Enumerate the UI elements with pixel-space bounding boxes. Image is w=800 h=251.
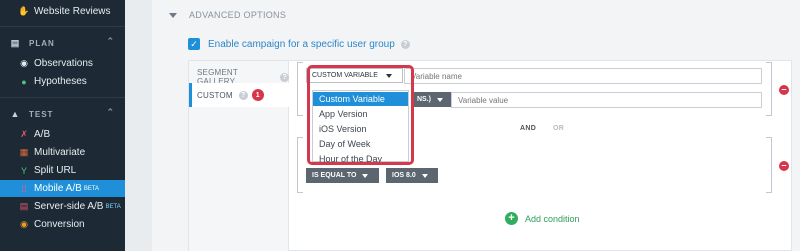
sidebar-item-observations[interactable]: ◉ Observations [0, 55, 125, 72]
main-panel: ADVANCED OPTIONS ✓ Enable campaign for a… [152, 0, 800, 251]
sidebar-item-label: Conversion [34, 219, 85, 230]
eye-icon: ◉ [20, 58, 28, 68]
sidebar-divider [0, 26, 125, 27]
add-condition-button[interactable]: + Add condition [505, 212, 580, 225]
caret-down-icon [421, 173, 428, 178]
tab-custom[interactable]: CUSTOM ? 1 [189, 83, 289, 107]
group-bracket-left [297, 62, 303, 116]
sidebar-item-multivariate[interactable]: ▦ Multivariate [0, 144, 125, 161]
sidebar-section-test[interactable]: ▲ TEST ⌃ [0, 106, 125, 122]
sidebar-item-hypotheses[interactable]: ● Hypotheses [0, 73, 125, 90]
grid-icon: ▦ [19, 147, 29, 157]
segment-gallery-nav: SEGMENT GALLERY ? CUSTOM ? 1 [189, 61, 289, 251]
highlight-outline [307, 65, 414, 165]
section-title: ADVANCED OPTIONS [189, 10, 287, 20]
remove-group-icon[interactable]: – [779, 85, 789, 95]
calendar-icon: ▤ [10, 37, 21, 48]
caret-down-icon [362, 173, 369, 178]
tab-label: CUSTOM [197, 90, 233, 100]
dropdown-value: IOS 8.0 [392, 172, 416, 179]
sidebar-item-website-reviews[interactable]: ✋ Website Reviews [0, 3, 125, 20]
caret-down-icon [437, 97, 443, 102]
bulb-icon: ● [21, 76, 27, 87]
group-bracket-right [766, 62, 772, 116]
sidebar-item-label: Server-side A/B [34, 201, 104, 212]
sidebar-item-label: Mobile A/B [34, 183, 82, 194]
advanced-options-toggle[interactable]: ADVANCED OPTIONS [169, 10, 286, 20]
chevron-up-icon[interactable]: ⌃ [106, 107, 115, 118]
collapse-triangle-icon [169, 12, 177, 18]
step-badge: 1 [251, 89, 264, 101]
beta-badge: BETA [83, 185, 100, 192]
split-icon: ✗ [20, 129, 28, 139]
sidebar-item-mobile-ab[interactable]: ▯ Mobile A/B BETA [0, 180, 125, 197]
beta-badge: BETA [105, 203, 121, 210]
and-connector[interactable]: AND [520, 125, 536, 132]
thumb-icon: ✋ [18, 6, 30, 16]
enable-user-group: ✓ Enable campaign for a specific user gr… [188, 38, 410, 50]
operator-dropdown[interactable]: IS EQUAL TO [306, 168, 379, 183]
sidebar-item-split-url[interactable]: Y Split URL [0, 162, 125, 179]
sidebar-item-server-side-ab[interactable]: ▤ Server-side A/B BETA [0, 198, 125, 215]
variable-value-input[interactable] [451, 92, 762, 108]
sidebar-divider [0, 97, 125, 98]
add-condition-label: Add condition [525, 213, 580, 224]
variable-name-input[interactable] [404, 68, 762, 84]
sidebar: ✋ Website Reviews ▤ PLAN ⌃ ◉ Observation… [0, 0, 125, 251]
enable-checkbox[interactable]: ✓ [188, 38, 200, 50]
target-icon: ◉ [20, 219, 28, 229]
enable-label[interactable]: Enable campaign for a specific user grou… [208, 39, 395, 50]
dropdown-value: NS.) [417, 96, 431, 103]
sidebar-item-label: Observations [34, 58, 93, 69]
sidebar-section-label: PLAN [29, 38, 55, 48]
dropdown-value: IS EQUAL TO [312, 172, 357, 179]
or-connector[interactable]: OR [553, 125, 564, 132]
sidebar-item-label: A/B [34, 129, 51, 140]
group-bracket-right [766, 137, 772, 193]
help-icon[interactable]: ? [238, 90, 248, 100]
phone-icon: ▯ [21, 183, 27, 193]
plus-icon: + [505, 212, 518, 225]
help-icon[interactable]: ? [280, 72, 289, 82]
segment-card: SEGMENT GALLERY ? CUSTOM ? 1 [188, 60, 792, 251]
sidebar-item-label: Multivariate [34, 147, 86, 158]
help-icon[interactable]: ? [400, 39, 410, 49]
sidebar-item-conversion[interactable]: ◉ Conversion [0, 216, 125, 233]
fork-icon: Y [20, 165, 27, 176]
sidebar-item-label: Website Reviews [34, 6, 111, 17]
sidebar-item-label: Hypotheses [34, 76, 87, 87]
operator-dropdown[interactable]: NS.) [413, 92, 451, 107]
sidebar-item-label: Split URL [34, 165, 77, 176]
sidebar-section-label: TEST [29, 109, 54, 119]
sidebar-item-ab[interactable]: ✗ A/B [0, 126, 125, 143]
remove-group-icon[interactable]: – [779, 161, 789, 171]
flask-icon: ▲ [10, 109, 21, 119]
version-dropdown[interactable]: IOS 8.0 [386, 168, 438, 183]
chevron-up-icon[interactable]: ⌃ [106, 36, 115, 47]
sidebar-section-plan[interactable]: ▤ PLAN ⌃ [0, 35, 125, 51]
server-icon: ▤ [19, 201, 29, 211]
group-bracket-left [297, 137, 303, 193]
